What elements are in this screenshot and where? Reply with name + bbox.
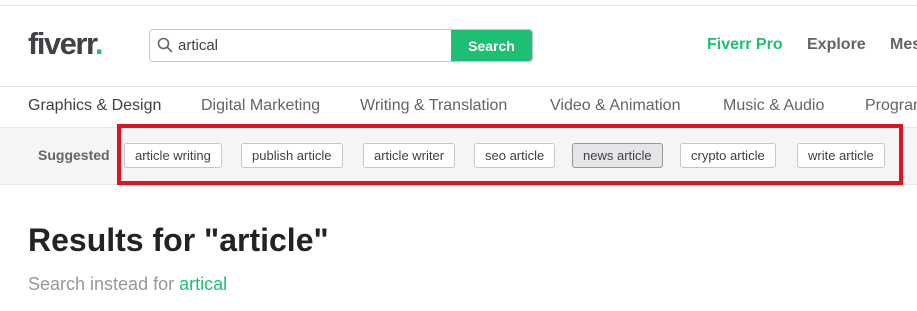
messages-link[interactable]: Mes xyxy=(890,36,917,54)
suggested-label: Suggested xyxy=(38,147,110,163)
search-input[interactable] xyxy=(178,30,453,61)
category-digital-marketing[interactable]: Digital Marketing xyxy=(201,97,320,115)
fiverr-logo[interactable]: fiverr. xyxy=(28,26,104,62)
search-button[interactable]: Search xyxy=(451,30,532,61)
header: fiverr. Search Fiverr Pro Explore Mes xyxy=(0,6,917,86)
search-instead-link[interactable]: artical xyxy=(179,274,227,294)
search-bar: Search xyxy=(149,29,533,62)
explore-link[interactable]: Explore xyxy=(807,36,866,54)
search-instead: Search instead for artical xyxy=(28,274,227,295)
results-title: Results for "article" xyxy=(28,222,329,258)
category-video-animation[interactable]: Video & Animation xyxy=(550,97,680,115)
search-icon xyxy=(157,37,173,53)
search-instead-prefix: Search instead for xyxy=(28,274,180,294)
category-graphics-design[interactable]: Graphics & Design xyxy=(28,97,161,115)
category-writing-translation[interactable]: Writing & Translation xyxy=(360,97,507,115)
category-menu: Graphics & Design Digital Marketing Writ… xyxy=(0,87,917,127)
logo-dot: . xyxy=(94,26,104,61)
logo-text: fiverr xyxy=(28,26,96,61)
highlight-annotation-box xyxy=(117,124,903,185)
category-programming[interactable]: Program xyxy=(865,97,917,115)
fiverr-pro-link[interactable]: Fiverr Pro xyxy=(707,36,783,54)
category-music-audio[interactable]: Music & Audio xyxy=(723,97,824,115)
